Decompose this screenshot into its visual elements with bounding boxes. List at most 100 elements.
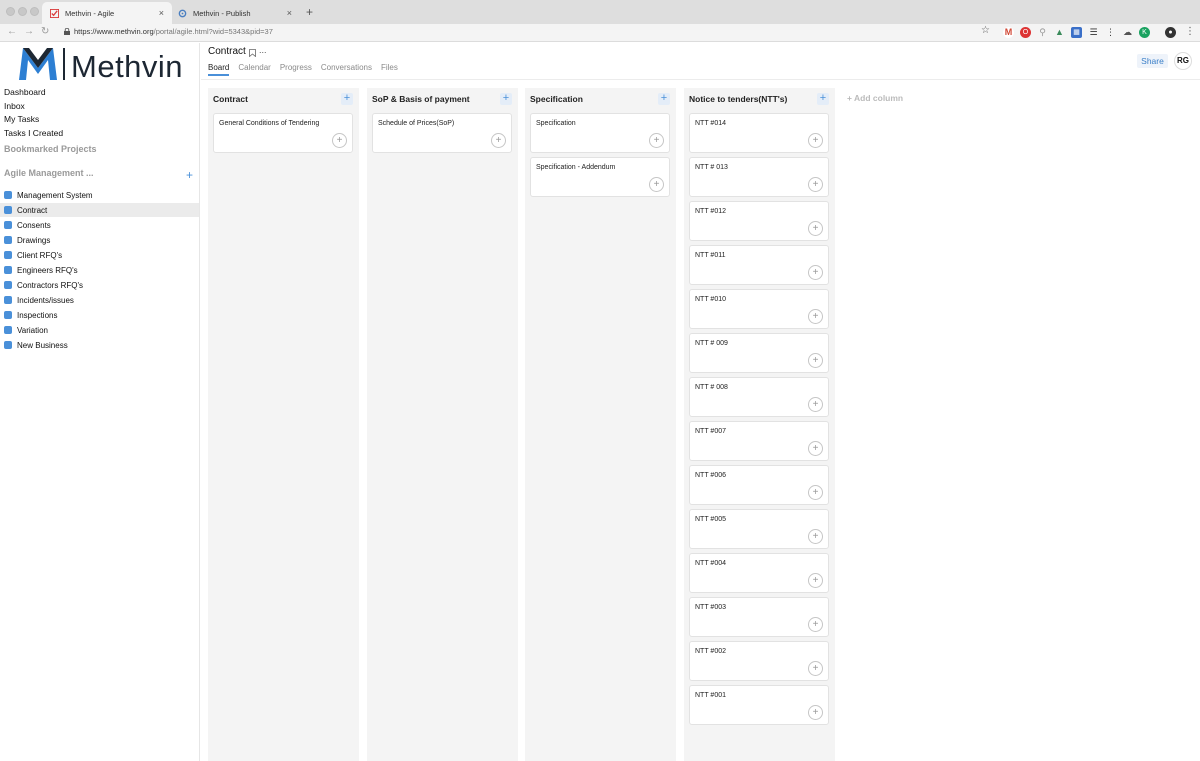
- sidebar-project-item[interactable]: Variation: [0, 323, 199, 337]
- add-subtask-icon[interactable]: +: [808, 705, 823, 720]
- new-tab-button[interactable]: +: [306, 5, 313, 19]
- task-card[interactable]: NTT #002 +: [689, 641, 829, 681]
- avatar[interactable]: RG: [1174, 52, 1192, 70]
- task-card[interactable]: NTT #001 +: [689, 685, 829, 725]
- task-card[interactable]: NTT #007 +: [689, 421, 829, 461]
- gmail-extension-icon[interactable]: M: [1003, 27, 1014, 38]
- tab-calendar[interactable]: Calendar: [238, 63, 270, 76]
- add-project-button[interactable]: +: [184, 169, 195, 181]
- share-button[interactable]: Share: [1137, 54, 1168, 68]
- task-card[interactable]: Specification - Addendum +: [530, 157, 670, 197]
- sidebar-project-item[interactable]: Client RFQ's: [0, 248, 199, 262]
- window-close-button[interactable]: [6, 7, 15, 16]
- task-card[interactable]: NTT #011 +: [689, 245, 829, 285]
- task-card[interactable]: NTT #005 +: [689, 509, 829, 549]
- close-tab-icon[interactable]: ×: [159, 8, 164, 18]
- project-group-heading[interactable]: Agile Management ...: [4, 168, 94, 178]
- drive-extension-icon[interactable]: ▲: [1054, 27, 1065, 38]
- calendar-extension-icon[interactable]: ▦: [1071, 27, 1082, 38]
- back-arrow-icon[interactable]: ←: [7, 26, 17, 37]
- add-card-button[interactable]: +: [658, 93, 670, 105]
- more-options-icon[interactable]: ...: [259, 45, 267, 55]
- add-subtask-icon[interactable]: +: [808, 177, 823, 192]
- column-title[interactable]: SoP & Basis of payment: [372, 94, 470, 104]
- nav-tasks-i-created[interactable]: Tasks I Created: [4, 128, 63, 138]
- close-tab-icon[interactable]: ×: [287, 8, 292, 18]
- add-subtask-icon[interactable]: +: [808, 441, 823, 456]
- add-subtask-icon[interactable]: +: [649, 133, 664, 148]
- methvin-logo[interactable]: Methvin: [18, 45, 188, 84]
- add-subtask-icon[interactable]: +: [808, 485, 823, 500]
- add-card-button[interactable]: +: [817, 93, 829, 105]
- sidebar-project-item[interactable]: Management System: [0, 188, 199, 202]
- add-subtask-icon[interactable]: +: [808, 529, 823, 544]
- column-title[interactable]: Specification: [530, 94, 583, 104]
- add-subtask-icon[interactable]: +: [808, 617, 823, 632]
- add-subtask-icon[interactable]: +: [491, 133, 506, 148]
- tab-board[interactable]: Board: [208, 63, 230, 76]
- info-extension-icon[interactable]: ⋮: [1105, 27, 1116, 38]
- forward-arrow-icon[interactable]: →: [24, 26, 34, 37]
- layers-extension-icon[interactable]: ☰: [1088, 27, 1099, 38]
- task-card[interactable]: NTT #010 +: [689, 289, 829, 329]
- add-card-button[interactable]: +: [341, 93, 353, 105]
- profile-avatar-icon[interactable]: ●: [1165, 27, 1176, 38]
- task-card[interactable]: NTT #012 +: [689, 201, 829, 241]
- column-title[interactable]: Contract: [213, 94, 248, 104]
- nav-my-tasks[interactable]: My Tasks: [4, 114, 39, 124]
- browser-menu-icon[interactable]: ⋮: [1185, 26, 1195, 37]
- task-card[interactable]: Schedule of Prices(SoP) +: [372, 113, 512, 153]
- task-card[interactable]: NTT # 008 +: [689, 377, 829, 417]
- url-field[interactable]: https://www.methvin.org/portal/agile.htm…: [64, 27, 273, 36]
- window-minimize-button[interactable]: [18, 7, 27, 16]
- add-subtask-icon[interactable]: +: [808, 133, 823, 148]
- k-extension-icon[interactable]: K: [1139, 27, 1150, 38]
- reload-icon[interactable]: ↻: [41, 26, 49, 37]
- nav-inbox[interactable]: Inbox: [4, 101, 25, 111]
- task-card[interactable]: NTT # 009 +: [689, 333, 829, 373]
- task-card-title: NTT #003: [695, 604, 726, 611]
- task-card[interactable]: NTT #003 +: [689, 597, 829, 637]
- tab-progress[interactable]: Progress: [280, 63, 312, 76]
- sidebar-project-item[interactable]: Inspections: [0, 308, 199, 322]
- sidebar-project-item[interactable]: Contractors RFQ's: [0, 278, 199, 292]
- star-icon[interactable]: ☆: [981, 25, 990, 36]
- add-subtask-icon[interactable]: +: [649, 177, 664, 192]
- sidebar-project-item[interactable]: Engineers RFQ's: [0, 263, 199, 277]
- add-subtask-icon[interactable]: +: [332, 133, 347, 148]
- add-subtask-icon[interactable]: +: [808, 309, 823, 324]
- sidebar-project-item[interactable]: Incidents/issues: [0, 293, 199, 307]
- sidebar-project-item[interactable]: New Business: [0, 338, 199, 352]
- add-subtask-icon[interactable]: +: [808, 573, 823, 588]
- browser-tab-publish[interactable]: Methvin - Publish ×: [170, 2, 300, 24]
- task-card[interactable]: NTT #006 +: [689, 465, 829, 505]
- add-subtask-icon[interactable]: +: [808, 661, 823, 676]
- task-card[interactable]: General Conditions of Tendering +: [213, 113, 353, 153]
- magnifier-extension-icon[interactable]: ⚲: [1037, 27, 1048, 38]
- nav-dashboard[interactable]: Dashboard: [4, 87, 46, 97]
- project-color-swatch-icon: [4, 206, 12, 214]
- add-column-button[interactable]: + Add column: [847, 93, 903, 103]
- add-subtask-icon[interactable]: +: [808, 353, 823, 368]
- column-title[interactable]: Notice to tenders(NTT's): [689, 94, 787, 104]
- bookmarked-projects-heading[interactable]: Bookmarked Projects: [4, 144, 97, 154]
- task-card[interactable]: NTT #014 +: [689, 113, 829, 153]
- window-zoom-button[interactable]: [30, 7, 39, 16]
- sidebar-project-item[interactable]: Consents: [0, 218, 199, 232]
- bookmark-icon[interactable]: [249, 49, 256, 57]
- add-card-button[interactable]: +: [500, 93, 512, 105]
- board-column: Notice to tenders(NTT's) + NTT #014 + NTT # …: [684, 88, 835, 761]
- sidebar-project-item[interactable]: Contract: [0, 203, 199, 217]
- add-subtask-icon[interactable]: +: [808, 397, 823, 412]
- task-card[interactable]: NTT # 013 +: [689, 157, 829, 197]
- sidebar-project-item[interactable]: Drawings: [0, 233, 199, 247]
- task-card[interactable]: Specification +: [530, 113, 670, 153]
- add-subtask-icon[interactable]: +: [808, 265, 823, 280]
- browser-tab-agile[interactable]: Methvin - Agile ×: [42, 2, 172, 24]
- opera-extension-icon[interactable]: O: [1020, 27, 1031, 38]
- add-subtask-icon[interactable]: +: [808, 221, 823, 236]
- task-card[interactable]: NTT #004 +: [689, 553, 829, 593]
- cloud-extension-icon[interactable]: ☁: [1122, 27, 1133, 38]
- tab-conversations[interactable]: Conversations: [321, 63, 372, 76]
- tab-files[interactable]: Files: [381, 63, 398, 76]
